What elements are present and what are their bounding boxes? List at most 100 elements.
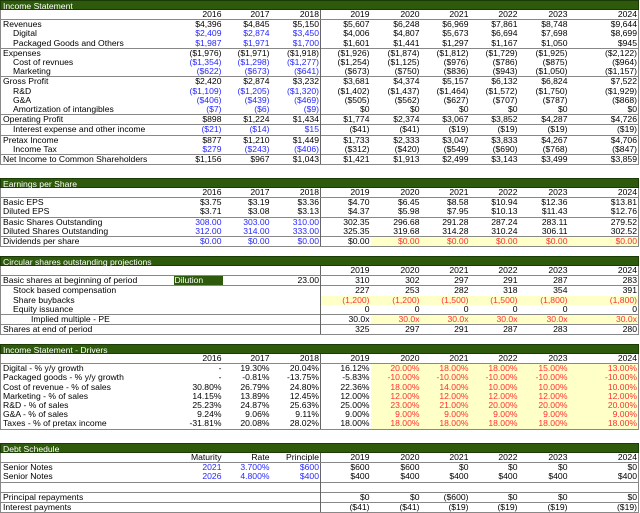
cell[interactable] [174,305,223,315]
cell[interactable]: 302.52 [569,227,639,237]
cell[interactable]: $400 [371,472,421,482]
cell[interactable]: 0 [321,305,371,315]
cell[interactable]: ($943) [470,67,519,77]
cell[interactable]: 325.35 [321,227,371,237]
cell[interactable]: 18.00% [518,419,569,430]
cell[interactable]: 310.00 [270,216,321,227]
cell[interactable] [173,481,223,493]
cell[interactable]: 297 [420,275,470,286]
cell[interactable]: 18.00% [568,419,639,430]
cell[interactable] [270,314,321,325]
cell[interactable]: ($14) [222,124,271,136]
cell[interactable]: $4,396 [173,19,223,30]
cell[interactable]: 354 [518,285,569,296]
cell[interactable]: $600 [270,462,321,473]
cell[interactable]: ($41) [370,124,421,136]
cell[interactable] [222,491,271,503]
column-header[interactable]: 2019 [320,10,371,21]
cell[interactable] [568,481,639,493]
cell[interactable]: $4,267 [518,134,569,145]
cell[interactable]: ($641) [270,67,321,77]
cell[interactable]: 20.00% [518,401,569,411]
cell[interactable]: ($1,277) [270,58,321,68]
cell[interactable] [173,314,223,325]
cell[interactable]: $6,969 [420,19,470,30]
column-header[interactable]: 2024 [568,188,639,199]
cell[interactable]: ($1,254) [321,58,371,67]
cell[interactable] [320,481,371,493]
cell[interactable]: $13.81 [569,198,639,208]
cell[interactable]: ($1,572) [470,87,519,96]
cell[interactable]: ($1,812) [420,47,470,59]
cell[interactable]: 21.00% [420,401,470,411]
cell[interactable]: $3,450 [270,29,321,39]
cell[interactable]: ($707) [470,96,519,105]
cell[interactable]: 0 [371,305,421,315]
cell[interactable] [518,481,569,493]
cell[interactable]: 20.00% [469,401,519,411]
column-header[interactable]: 2021 [420,188,470,199]
cell[interactable]: 26.79% [223,383,271,392]
cell[interactable]: $0 [518,491,569,503]
cell[interactable] [222,314,271,325]
cell[interactable]: ($2,122) [568,47,639,59]
cell[interactable]: $877 [173,134,223,145]
cell[interactable]: (1,500) [420,295,470,305]
cell[interactable]: 318 [469,285,519,296]
cell[interactable]: - [174,373,223,382]
cell[interactable]: (1,800) [568,295,639,305]
cell[interactable]: $12.36 [519,198,569,208]
cell[interactable]: 30.0x [370,314,421,325]
cell[interactable]: 3.700% [223,463,271,473]
cell[interactable]: ($406) [174,96,223,105]
cell[interactable]: 20.04% [270,363,321,374]
cell[interactable]: 253 [370,285,421,296]
cell[interactable]: -10.00% [370,373,421,383]
cell[interactable]: 13.00% [568,363,639,374]
cell[interactable]: 333.00 [270,226,321,237]
cell[interactable]: 12.00% [469,391,519,402]
cell[interactable]: $4,706 [568,134,639,145]
column-header[interactable]: 2020 [370,354,421,365]
cell[interactable]: $400 [270,472,321,483]
column-header[interactable]: 2022 [469,188,519,199]
column-header[interactable]: 2023 [518,266,569,277]
cell[interactable]: -5.83% [321,373,371,382]
column-header[interactable]: 2021 [420,266,470,277]
cell[interactable]: 283 [518,324,569,336]
cell[interactable]: $2,874 [223,29,271,38]
cell[interactable]: ($1,874) [370,47,421,59]
cell[interactable]: ($847) [569,145,639,155]
cell[interactable]: ($875) [519,58,569,67]
cell[interactable]: $0 [469,491,519,503]
cell[interactable]: -13.75% [270,373,321,383]
cell[interactable]: $0.00 [420,236,470,248]
cell[interactable]: ($19) [518,124,569,136]
cell[interactable]: ($19) [568,124,639,136]
column-header[interactable]: 2018 [270,10,321,21]
cell[interactable]: 24.87% [223,401,271,410]
cell[interactable]: $0.00 [270,236,321,248]
cell[interactable]: $400 [321,472,371,482]
cell[interactable]: $1,774 [320,114,371,125]
cell[interactable]: $1,441 [371,39,421,49]
column-header[interactable]: Principle [270,453,321,464]
column-header[interactable]: 2016 [173,354,223,365]
cell[interactable]: ($622) [174,67,223,77]
cell[interactable]: $0.00 [568,236,639,248]
cell[interactable]: 18.00% [420,419,470,430]
cell[interactable]: $0 [568,491,639,503]
cell[interactable]: $7.95 [421,207,470,217]
cell[interactable]: 303.00 [222,216,271,227]
cell[interactable]: $3.75 [174,198,223,208]
cell[interactable]: 30.0x [420,314,470,325]
cell[interactable]: 9.00% [469,410,519,420]
cell[interactable]: $2,499 [420,154,470,166]
cell[interactable]: 20.00% [568,401,639,411]
cell[interactable]: ($1,437) [371,87,421,96]
cell[interactable]: $8.58 [421,198,470,208]
cell[interactable]: ($41) [320,124,371,136]
cell[interactable]: ($19) [469,124,519,136]
column-header[interactable]: 2017 [222,188,271,199]
cell[interactable]: 18.00% [370,382,421,392]
